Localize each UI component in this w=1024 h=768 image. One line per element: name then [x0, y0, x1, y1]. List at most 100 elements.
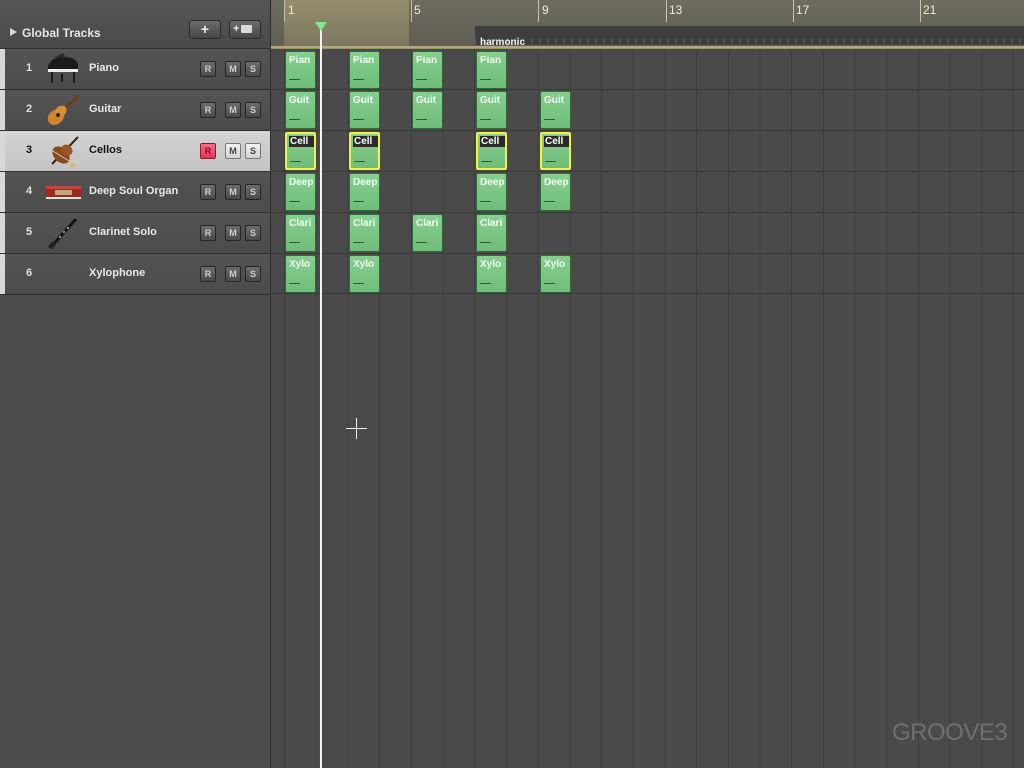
midi-region[interactable]: Clari: [349, 214, 380, 252]
playhead[interactable]: [320, 26, 322, 768]
add-folder-track-button[interactable]: +: [229, 20, 261, 39]
bar-number: 1: [288, 3, 295, 17]
track-name[interactable]: Cellos: [89, 144, 122, 156]
region-note-line: [481, 161, 492, 162]
arrange-grid[interactable]: Pian Pian Pian Pian Guit Guit Guit Guit …: [271, 49, 1024, 768]
lane-divider: [271, 89, 1024, 90]
region-note-line: [544, 201, 555, 202]
region-name: Guit: [544, 95, 564, 106]
solo-button[interactable]: S: [245, 184, 261, 200]
midi-region[interactable]: Pian: [285, 51, 316, 89]
region-note-line: [544, 119, 555, 120]
bar-ruler[interactable]: 1 5 9 13 17 21 harmonic: [271, 0, 1024, 49]
midi-region[interactable]: Xylo: [476, 255, 507, 293]
playhead-triangle-icon[interactable]: [315, 22, 327, 31]
disclosure-triangle-icon[interactable]: [10, 28, 17, 36]
lane-divider: [271, 130, 1024, 131]
record-enable-button[interactable]: R: [200, 61, 216, 77]
watermark-logo: GROOVE3: [892, 719, 1008, 746]
track-number: 3: [26, 144, 33, 156]
plus-icon: +: [233, 23, 240, 35]
mute-button[interactable]: M: [225, 61, 241, 77]
record-enable-button[interactable]: R: [200, 143, 216, 159]
track-header-clarinet-solo[interactable]: 5 Clarinet Solo R M S: [0, 213, 270, 254]
solo-button[interactable]: S: [245, 266, 261, 282]
track-header-piano[interactable]: 1 Piano R M S: [0, 49, 270, 90]
bar-line: [920, 0, 921, 22]
marker-track[interactable]: [475, 26, 1024, 45]
track-header-xylophone[interactable]: 6 Xylophone R M S: [0, 254, 270, 295]
mute-button[interactable]: M: [225, 102, 241, 118]
track-color-stripe: [0, 254, 5, 294]
midi-region[interactable]: Guit: [349, 91, 380, 129]
midi-region[interactable]: Deep: [540, 173, 571, 211]
region-name: Xylo: [353, 259, 375, 270]
midi-region[interactable]: Pian: [476, 51, 507, 89]
region-note-line: [416, 119, 427, 120]
region-name: Pian: [416, 55, 438, 66]
midi-region[interactable]: Clari: [476, 214, 507, 252]
crosshair-cursor-icon: [346, 418, 367, 439]
track-name[interactable]: Clarinet Solo: [89, 226, 157, 238]
track-name[interactable]: Deep Soul Organ: [89, 185, 178, 197]
midi-region[interactable]: Guit: [285, 91, 316, 129]
cycle-region[interactable]: [284, 0, 409, 46]
bar-number: 13: [669, 3, 683, 17]
solo-button[interactable]: S: [245, 61, 261, 77]
track-header-guitar[interactable]: 2 Guitar R M S: [0, 90, 270, 131]
track-name[interactable]: Xylophone: [89, 267, 145, 279]
midi-region-selected[interactable]: Cell: [540, 132, 571, 170]
solo-button[interactable]: S: [245, 102, 261, 118]
region-note-line: [290, 161, 301, 162]
mute-button[interactable]: M: [225, 184, 241, 200]
arrange-area[interactable]: 1 5 9 13 17 21 harmonic Pian Pian Pian P…: [270, 0, 1024, 768]
region-note-line: [480, 283, 491, 284]
guitar-icon: [47, 93, 81, 125]
midi-region-selected[interactable]: Cell: [349, 132, 380, 170]
region-name: Pian: [289, 55, 311, 66]
track-color-stripe: [0, 131, 5, 171]
midi-region[interactable]: Xylo: [540, 255, 571, 293]
bar-line: [538, 0, 539, 22]
region-note-line: [289, 242, 300, 243]
midi-region[interactable]: Clari: [412, 214, 443, 252]
midi-region[interactable]: Deep: [476, 173, 507, 211]
record-enable-button[interactable]: R: [200, 266, 216, 282]
midi-region[interactable]: Xylo: [349, 255, 380, 293]
region-note-line: [353, 242, 364, 243]
region-note-line: [353, 119, 364, 120]
solo-button[interactable]: S: [245, 143, 261, 159]
midi-region[interactable]: Guit: [412, 91, 443, 129]
midi-region[interactable]: Guit: [540, 91, 571, 129]
track-name[interactable]: Piano: [89, 62, 119, 74]
track-color-stripe: [0, 90, 5, 130]
midi-region[interactable]: Pian: [349, 51, 380, 89]
region-name: Clari: [416, 218, 439, 229]
midi-region-selected[interactable]: Cell: [476, 132, 507, 170]
record-enable-button[interactable]: R: [200, 102, 216, 118]
track-header-cellos[interactable]: 3 Cellos R M S: [0, 131, 270, 172]
midi-region[interactable]: Deep: [285, 173, 316, 211]
midi-region[interactable]: Deep: [349, 173, 380, 211]
add-track-button[interactable]: +: [189, 20, 221, 39]
mute-button[interactable]: M: [225, 266, 241, 282]
bar-line: [793, 0, 794, 22]
solo-button[interactable]: S: [245, 225, 261, 241]
region-name: Xylo: [480, 259, 502, 270]
track-color-stripe: [0, 172, 5, 212]
midi-region-selected[interactable]: Cell: [285, 132, 316, 170]
track-header-deep-soul-organ[interactable]: 4 Deep Soul Organ R M S: [0, 172, 270, 213]
region-note-line: [353, 79, 364, 80]
mute-button[interactable]: M: [225, 143, 241, 159]
track-name[interactable]: Guitar: [89, 103, 121, 115]
midi-region[interactable]: Pian: [412, 51, 443, 89]
region-name: Guit: [480, 95, 500, 106]
bar-number: 9: [542, 3, 549, 17]
midi-region[interactable]: Xylo: [285, 255, 316, 293]
record-enable-button[interactable]: R: [200, 184, 216, 200]
record-enable-button[interactable]: R: [200, 225, 216, 241]
midi-region[interactable]: Clari: [285, 214, 316, 252]
global-tracks-header[interactable]: Global Tracks + +: [0, 0, 270, 49]
midi-region[interactable]: Guit: [476, 91, 507, 129]
mute-button[interactable]: M: [225, 225, 241, 241]
